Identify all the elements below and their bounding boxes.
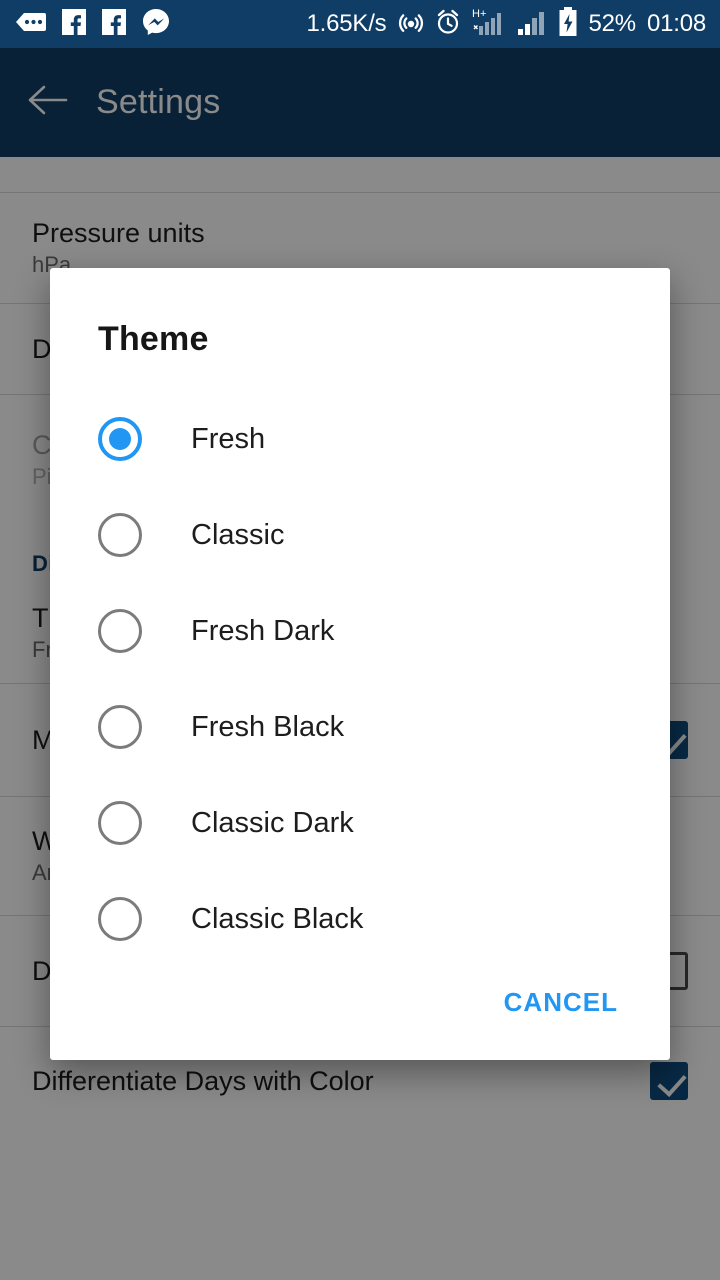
radio-button-icon[interactable]	[98, 801, 142, 845]
theme-option-classic[interactable]: Classic	[50, 487, 670, 583]
radio-button-icon[interactable]	[98, 513, 142, 557]
network-speed-label: 1.65K/s	[306, 10, 387, 37]
facebook-icon	[102, 8, 126, 40]
cancel-button[interactable]: CANCEL	[500, 975, 622, 1030]
theme-dialog: Theme Fresh Classic Fresh Dark Fresh Bla…	[50, 268, 670, 1060]
svg-text:H+: H+	[472, 8, 486, 20]
signal-icon	[517, 7, 547, 42]
theme-option-label: Classic	[191, 518, 285, 551]
radio-button-icon[interactable]	[98, 897, 142, 941]
theme-option-fresh-black[interactable]: Fresh Black	[50, 679, 670, 775]
sms-icon	[16, 11, 46, 38]
alarm-icon	[435, 8, 461, 40]
theme-option-fresh[interactable]: Fresh	[50, 391, 670, 487]
status-bar-notification-icons	[16, 8, 170, 41]
hplus-signal-icon: H+	[472, 7, 506, 42]
theme-option-fresh-dark[interactable]: Fresh Dark	[50, 583, 670, 679]
theme-option-label: Fresh	[191, 422, 266, 455]
facebook-icon	[62, 8, 86, 40]
battery-percent-label: 52%	[588, 10, 637, 37]
theme-option-classic-dark[interactable]: Classic Dark	[50, 775, 670, 871]
clock-label: 01:08	[646, 10, 706, 37]
messenger-icon	[142, 8, 170, 41]
hotspot-icon	[398, 9, 424, 40]
status-bar: 1.65K/s H+ 52% 01:08	[0, 0, 720, 48]
dialog-title: Theme	[98, 320, 209, 358]
theme-option-classic-black[interactable]: Classic Black	[50, 871, 670, 967]
theme-option-label: Classic Dark	[191, 806, 354, 839]
radio-button-selected-icon[interactable]	[98, 417, 142, 461]
radio-button-icon[interactable]	[98, 705, 142, 749]
theme-option-label: Classic Black	[191, 902, 364, 935]
battery-charging-icon	[558, 6, 578, 42]
status-bar-system-icons: 1.65K/s H+ 52% 01:08	[306, 6, 706, 42]
theme-option-list: Fresh Classic Fresh Dark Fresh Black Cla…	[50, 359, 670, 975]
theme-option-label: Fresh Black	[191, 710, 345, 743]
phone-screen: 1.65K/s H+ 52% 01:08 Settings Pressure u…	[0, 0, 720, 1280]
radio-button-icon[interactable]	[98, 609, 142, 653]
theme-option-label: Fresh Dark	[191, 614, 335, 647]
dialog-actions: CANCEL	[50, 975, 670, 1060]
